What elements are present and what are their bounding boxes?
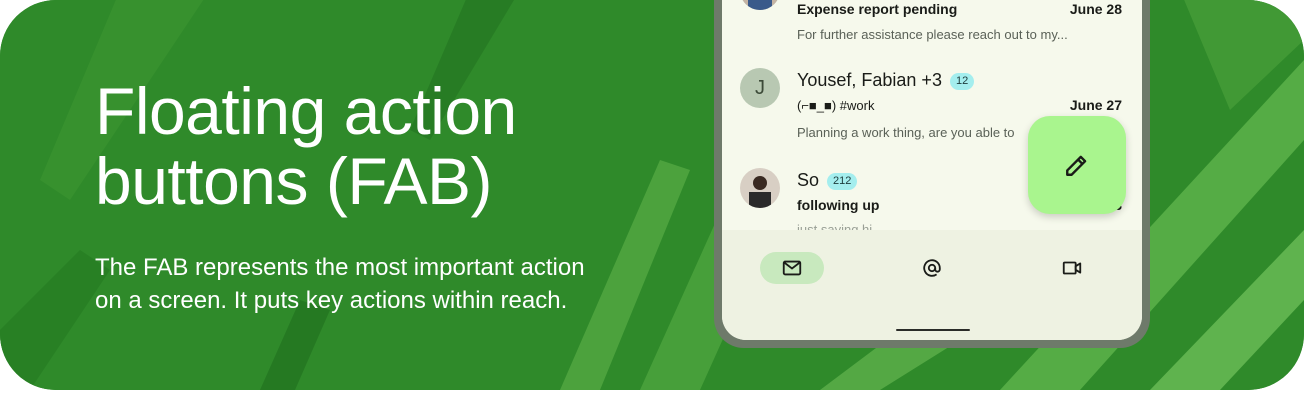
title-line-1: Floating action <box>95 74 517 148</box>
message-sender: So 212 <box>797 170 858 191</box>
description: The FAB represents the most important ac… <box>95 251 675 317</box>
pencil-icon <box>1066 155 1087 176</box>
list-item[interactable]: Expense report pending June 28 For furth… <box>722 0 1142 50</box>
video-icon <box>1062 261 1082 275</box>
message-subject: (⌐■_■) #work <box>797 98 875 113</box>
nav-item-mentions[interactable] <box>900 252 964 284</box>
compose-fab[interactable] <box>1028 116 1126 214</box>
count-badge: 12 <box>949 72 975 90</box>
bottom-navigation <box>722 230 1142 340</box>
nav-item-mail[interactable] <box>760 252 824 284</box>
avatar <box>740 168 780 208</box>
message-subject: Expense report pending <box>797 1 958 17</box>
message-sender: Yousef, Fabian +3 12 <box>797 70 975 91</box>
description-line-2: on a screen. It puts key actions within … <box>95 287 568 314</box>
message-subject: following up <box>797 197 880 213</box>
message-date: June 28 <box>1069 1 1122 17</box>
at-icon <box>923 259 941 277</box>
message-date: June 27 <box>1069 97 1122 113</box>
sender-name: So <box>797 170 820 190</box>
title-line-2: buttons (FAB) <box>95 144 493 218</box>
count-badge: 212 <box>827 172 858 190</box>
message-preview: For further assistance please reach out … <box>797 27 1068 42</box>
mail-icon <box>782 260 802 276</box>
nav-item-video[interactable] <box>1040 252 1104 284</box>
home-indicator <box>896 329 970 331</box>
avatar <box>740 0 780 10</box>
description-line-1: The FAB represents the most important ac… <box>95 254 585 281</box>
sender-name: Yousef, Fabian +3 <box>797 70 942 90</box>
page-title: Floating action buttons (FAB) <box>95 76 655 216</box>
avatar: J <box>740 68 780 108</box>
